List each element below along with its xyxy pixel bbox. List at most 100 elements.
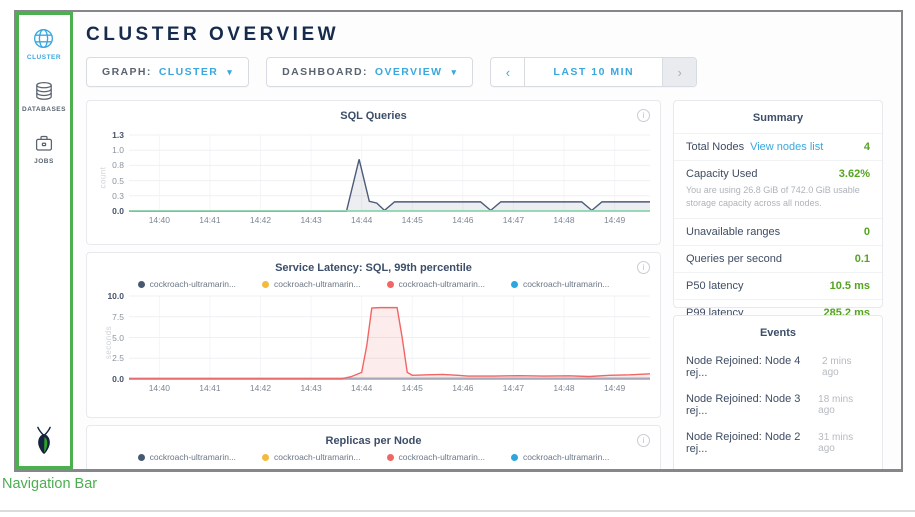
legend-item[interactable]: cockroach-ultramarin... [138,279,236,289]
x-tick-label: 14:43 [300,383,321,393]
x-tick-label: 14:40 [149,215,170,225]
graph-dropdown-label: GRAPH: [102,66,152,78]
p50-latency-value: 10.5 ms [830,280,870,292]
legend-item[interactable]: cockroach-ultramarin... [511,279,609,289]
navigation-sidebar: CLUSTER DATABASES JOBS [16,12,73,469]
summary-row-total-nodes: Total Nodes View nodes list 4 [674,134,882,161]
y-axis-ticks: 1.31.00.80.50.30.0 [91,135,124,211]
legend-item[interactable]: cockroach-ultramarin... [387,452,485,462]
x-axis-ticks: 14:4014:4114:4214:4314:4414:4514:4614:47… [129,211,650,227]
legend-label: cockroach-ultramarin... [399,279,485,289]
chevron-down-icon: ▾ [452,67,458,78]
time-range-value[interactable]: LAST 10 MIN [525,58,662,86]
x-tick-label: 14:44 [351,215,372,225]
x-tick-label: 14:45 [402,383,423,393]
sidebar-item-jobs[interactable]: JOBS [34,133,54,165]
admin-ui-window: CLUSTER DATABASES JOBS [14,10,903,472]
x-tick-label: 14:44 [351,383,372,393]
legend-item[interactable]: cockroach-ultramarin... [138,452,236,462]
info-icon[interactable]: i [637,109,650,122]
legend-item[interactable]: cockroach-ultramarin... [511,452,609,462]
sidebar-item-databases[interactable]: DATABASES [22,81,66,113]
event-row[interactable]: Node Rejoined: Node 2 rej... 31 mins ago [674,424,882,462]
event-text: Node Rejoined: Node 1 rej... [686,469,819,472]
x-tick-label: 14:46 [452,383,473,393]
legend-dot [387,281,394,288]
event-row[interactable]: Node Rejoined: Node 4 rej... 2 mins ago [674,348,882,386]
legend-item[interactable]: cockroach-ultramarin... [262,279,360,289]
y-axis-ticks: 400 [91,468,124,472]
summary-title: Summary [674,101,882,134]
annotation-caption: Navigation Bar [2,476,97,492]
info-icon[interactable]: i [637,434,650,447]
sidebar-item-label: CLUSTER [27,54,61,61]
y-axis-ticks: 10.07.55.02.50.0 [91,296,124,379]
legend-label: cockroach-ultramarin... [523,452,609,462]
legend-dot [138,454,145,461]
page-bottom-divider [0,510,915,512]
chevron-down-icon: ▾ [227,67,233,78]
graph-dropdown[interactable]: GRAPH: CLUSTER ▾ [86,57,249,87]
x-tick-label: 14:48 [553,215,574,225]
x-tick-label: 14:41 [199,383,220,393]
cockroachdb-logo[interactable] [30,425,58,461]
chart-legend: cockroach-ultramarin... cockroach-ultrama… [87,452,660,462]
dashboard-dropdown[interactable]: DASHBOARD: OVERVIEW ▾ [266,57,473,87]
y-tick-label: 0.5 [112,176,124,186]
chart-plot-area: seconds 10.07.55.02.50.0 14:4014:4114:42… [129,296,650,380]
x-tick-label: 14:41 [199,215,220,225]
globe-icon [33,28,54,49]
chart-title: SQL Queries [87,110,660,122]
legend-dot [138,281,145,288]
event-time: 18 mins ago [818,394,870,416]
legend-dot [387,454,394,461]
line-chart [129,135,650,211]
event-time: 31 mins ago [818,432,870,454]
y-tick-label: 1.3 [112,130,124,140]
chart-plot-area: 400 [129,468,650,472]
legend-label: cockroach-ultramarin... [274,452,360,462]
summary-block-capacity: Capacity Used 3.62% You are using 26.8 G… [674,161,882,219]
x-tick-label: 14:48 [553,383,574,393]
x-axis-ticks: 14:4014:4114:4214:4314:4414:4514:4614:47… [129,379,650,395]
x-tick-label: 14:42 [250,215,271,225]
y-tick-label: 2.5 [112,353,124,363]
unavailable-ranges-label: Unavailable ranges [686,226,780,238]
event-time: an hour ago [819,470,870,472]
legend-label: cockroach-ultramarin... [399,452,485,462]
sidebar-item-label: DATABASES [22,106,66,113]
y-tick-label: 0.8 [112,160,124,170]
legend-item[interactable]: cockroach-ultramarin... [387,279,485,289]
summary-row-unavailable-ranges: Unavailable ranges 0 [674,219,882,246]
legend-label: cockroach-ultramarin... [150,452,236,462]
event-row[interactable]: Node Rejoined: Node 3 rej... 18 mins ago [674,386,882,424]
main-content: CLUSTER OVERVIEW GRAPH: CLUSTER ▾ DASHBO… [73,12,901,469]
legend-dot [511,454,518,461]
y-tick-label: 400 [110,468,124,472]
event-row[interactable]: Node Rejoined: Node 1 rej... an hour ago [674,462,882,472]
x-tick-label: 14:46 [452,215,473,225]
events-panel: Events Node Rejoined: Node 4 rej... 2 mi… [673,315,883,472]
time-next-button-disabled[interactable]: › [662,58,696,86]
dashboard-controls: GRAPH: CLUSTER ▾ DASHBOARD: OVERVIEW ▾ ‹… [86,57,697,87]
y-tick-label: 0.3 [112,191,124,201]
database-icon [34,81,54,101]
time-prev-button[interactable]: ‹ [491,58,525,86]
y-tick-label: 1.0 [112,145,124,155]
y-tick-label: 5.0 [112,333,124,343]
capacity-used-label: Capacity Used [686,168,758,180]
view-nodes-list-link[interactable]: View nodes list [750,141,823,153]
chart-legend: cockroach-ultramarin... cockroach-ultrama… [87,279,660,289]
summary-row-qps: Queries per second 0.1 [674,246,882,273]
event-text: Node Rejoined: Node 4 rej... [686,355,822,379]
summary-panel: Summary Total Nodes View nodes list 4 Ca… [673,100,883,308]
info-icon[interactable]: i [637,261,650,274]
chart-title: Replicas per Node [87,435,660,447]
page-title: CLUSTER OVERVIEW [86,24,339,46]
legend-item[interactable]: cockroach-ultramarin... [262,452,360,462]
event-time: 2 mins ago [822,356,870,378]
legend-label: cockroach-ultramarin... [523,279,609,289]
sidebar-item-cluster[interactable]: CLUSTER [27,28,61,61]
chevron-right-icon: › [677,65,681,80]
sql-queries-chart-card: SQL Queries i count 1.31.00.80.50.30.0 1… [86,100,661,245]
